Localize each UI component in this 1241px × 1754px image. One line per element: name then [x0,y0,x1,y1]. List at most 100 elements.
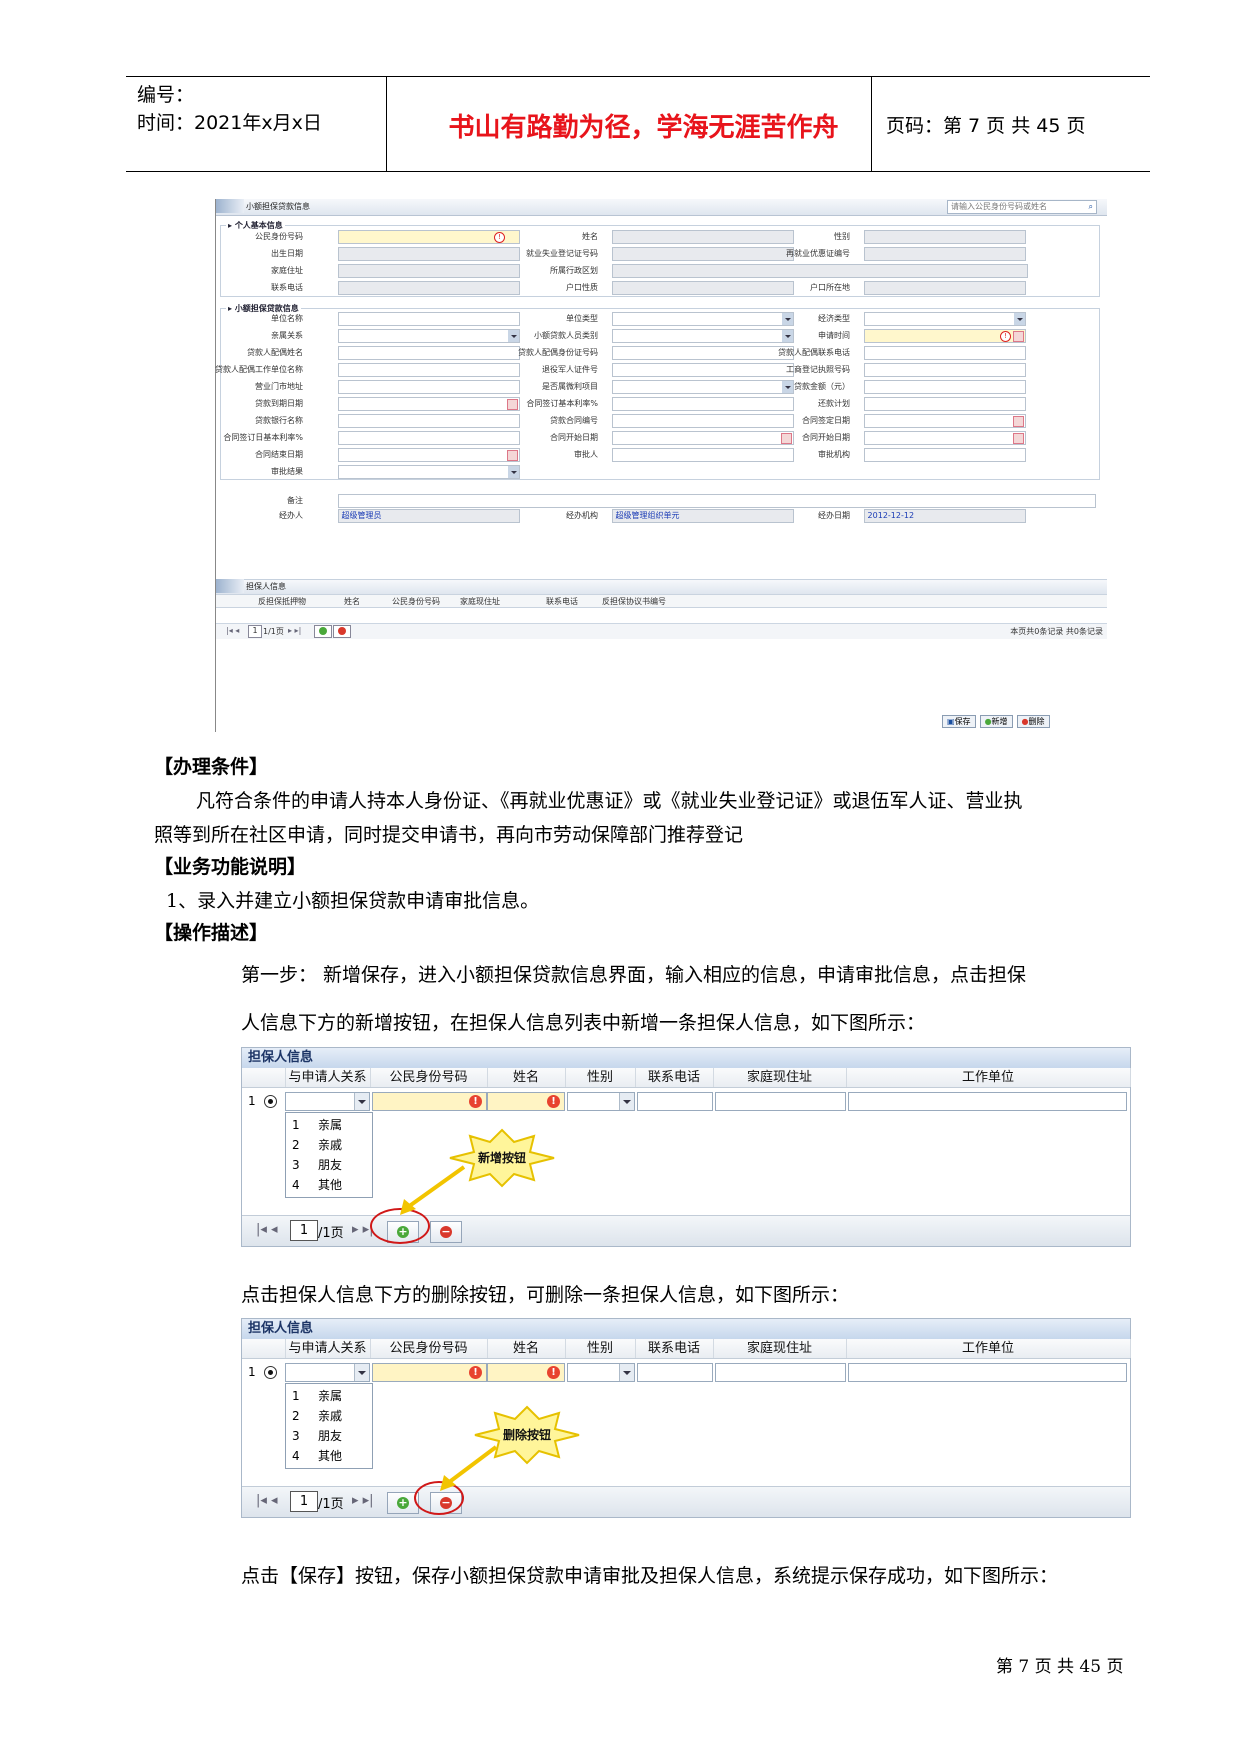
field-input[interactable] [864,281,1026,295]
grid-cell-input[interactable] [637,1363,713,1382]
field-input[interactable] [864,414,1026,428]
page-number-input[interactable]: 1 [290,1220,318,1241]
dropdown-icon[interactable] [1014,313,1025,325]
chevron-down-icon[interactable] [619,1364,634,1381]
col-header: 公民身份号码 [392,597,440,606]
add-button[interactable]: ●新增 [979,715,1013,728]
field-input[interactable] [864,363,1026,377]
save-button[interactable]: ▣保存 [942,715,976,728]
field-label: 合同结束日期 [255,450,303,459]
grid-cell-input[interactable] [285,1363,370,1382]
plus-icon: ● [984,717,992,726]
delete-row-button[interactable] [333,625,351,638]
field-label: 贷款合同编号 [550,416,598,425]
dropdown-option[interactable]: 1 亲属 [286,1386,372,1406]
grid-cell-input[interactable]: ! [487,1363,565,1382]
search-icon[interactable]: ⌕ [1089,201,1093,213]
field-label: 还款计划 [818,399,850,408]
field-input[interactable] [864,448,1026,462]
grid-cell-input[interactable] [848,1363,1127,1382]
chevron-down-icon[interactable] [354,1093,369,1110]
field-input[interactable] [338,312,520,326]
col-header: 联系电话 [546,597,578,606]
delete-row-button[interactable]: − [430,1221,462,1243]
field-input[interactable] [338,329,520,343]
field-input[interactable] [338,363,520,377]
calendar-icon[interactable] [1013,331,1024,342]
col-header: 联系电话 [635,1339,714,1358]
chevron-down-icon[interactable] [354,1364,369,1381]
dropdown-option[interactable]: 4 其他 [286,1175,372,1195]
field-input[interactable] [864,431,1026,445]
field-input[interactable] [864,312,1026,326]
row-radio[interactable] [264,1095,277,1108]
dropdown-option[interactable]: 2 亲戚 [286,1135,372,1155]
guarantor-grid-delete-screenshot: 担保人信息 与申请人关系 公民身份号码 姓名 性别 联系电话 家庭现住址 工作单位 1!! 1 亲属… [241,1318,1131,1518]
grid-cell-input[interactable]: ! [372,1363,487,1382]
first-page-icon[interactable]: |◂ ◂ [226,626,239,635]
required-icon: ! [547,1095,560,1108]
grid-cell-input[interactable] [848,1092,1127,1111]
dropdown-icon[interactable] [508,466,519,478]
row-number: 1 [248,1094,256,1108]
remark-input[interactable] [338,494,1096,508]
field-input[interactable]: ! [864,329,1026,343]
required-icon: ! [469,1366,482,1379]
field-input[interactable] [338,281,520,295]
first-page-icon[interactable]: |◂ ◂ [256,1222,278,1237]
field-input[interactable] [338,380,520,394]
grid-cell-input[interactable]: ! [487,1092,565,1111]
field-input[interactable] [338,247,520,261]
calendar-icon[interactable] [1013,416,1024,427]
field-input[interactable] [338,264,520,278]
form-toolbar: ▣保存 ●新增 ●删除 [942,715,1050,728]
field-input[interactable] [338,448,520,462]
grid-cell-input[interactable] [567,1092,635,1111]
first-page-icon[interactable]: |◂ ◂ [256,1493,278,1508]
chevron-down-icon[interactable] [619,1093,634,1110]
dropdown-option[interactable]: 4 其他 [286,1446,372,1466]
field-input[interactable] [338,465,520,479]
field-label: 审批人 [574,450,598,459]
guarantor-pager: |◂ ◂ 1 1/1页 ▸ ▸| 本页共0条记录 共0条记录 [216,623,1107,639]
last-page-icon[interactable]: ▸ ▸| [352,1493,374,1508]
header-meta: 编号： 时间：2021年x月x日 [137,81,322,137]
page-number-input[interactable]: 1 [290,1491,318,1512]
paragraph-step1-b: 人信息下方的新增按钮，在担保人信息列表中新增一条担保人信息，如下图所示： [241,1012,926,1034]
field-input[interactable] [612,264,1028,278]
row-radio[interactable] [264,1366,277,1379]
search-input[interactable]: 请输入公民身份号码或姓名 ⌕ [947,200,1097,214]
field-input[interactable] [864,380,1026,394]
dropdown-option[interactable]: 3 朋友 [286,1426,372,1446]
field-input[interactable] [864,397,1026,411]
guarantor-tab-bar: 担保人信息 [216,579,1107,594]
grid-cell-input[interactable] [567,1363,635,1382]
dropdown-option[interactable]: 2 亲戚 [286,1406,372,1426]
grid-cell-input[interactable] [637,1092,713,1111]
field-input[interactable] [864,346,1026,360]
grid-cell-input[interactable] [715,1092,846,1111]
dropdown-option[interactable]: 1 亲属 [286,1115,372,1135]
field-input[interactable] [338,431,520,445]
field-input[interactable] [338,414,520,428]
field-input[interactable] [338,397,520,411]
grid-cell-input[interactable] [715,1363,846,1382]
grid-cell-input[interactable]: ! [372,1092,487,1111]
tab-loan-info[interactable]: 小额担保贷款信息 [216,199,310,213]
col-header: 姓名 [487,1068,566,1087]
field-input[interactable] [338,346,520,360]
col-header: 工作单位 [846,1068,1131,1087]
heading-operations: 【操作描述】 [154,922,269,944]
page-number-input[interactable]: 1 [248,625,262,638]
paragraph-delete: 点击担保人信息下方的删除按钮，可删除一条担保人信息，如下图所示： [241,1284,850,1306]
calendar-icon[interactable] [1013,433,1024,444]
field-input[interactable]: ! [338,230,520,244]
delete-button[interactable]: ●删除 [1016,715,1050,728]
add-row-button[interactable] [314,625,332,638]
last-page-icon[interactable]: ▸ ▸| [288,626,301,635]
field-input[interactable] [864,247,1026,261]
dropdown-option[interactable]: 3 朋友 [286,1155,372,1175]
tab-guarantor-info[interactable]: 担保人信息 [216,579,286,593]
grid-cell-input[interactable] [285,1092,370,1111]
field-input[interactable] [864,230,1026,244]
